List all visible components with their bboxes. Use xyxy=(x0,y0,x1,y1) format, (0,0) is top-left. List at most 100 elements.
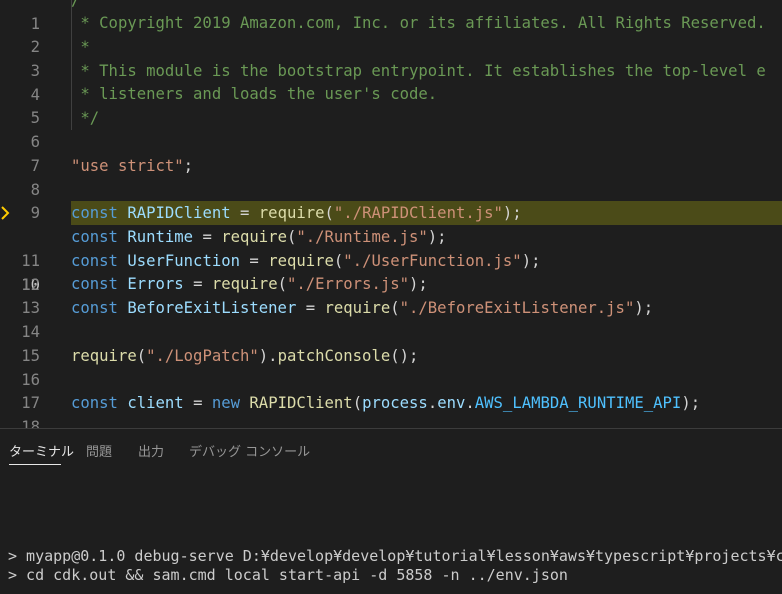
code-line-current[interactable]: 10 const RAPIDClient = require("./RAPIDC… xyxy=(0,201,782,294)
code-token: Runtime xyxy=(127,228,194,246)
code-token: require xyxy=(221,228,287,246)
code-token: const xyxy=(71,394,118,412)
code-token: ( xyxy=(286,228,297,246)
code-line[interactable]: 7 xyxy=(0,130,782,175)
code-line[interactable]: 16 require("./LogPatch").patchConsole(); xyxy=(0,344,782,389)
code-token: = xyxy=(240,252,269,270)
code-token: client xyxy=(127,394,184,412)
code-token: BeforeExitListener xyxy=(127,299,297,317)
code-token: = xyxy=(183,275,212,293)
code-token: RAPIDClient xyxy=(127,204,231,222)
code-token: "./LogPatch" xyxy=(146,347,259,365)
terminal-output-line[interactable]: > cd cdk.out && sam.cmd local start-api … xyxy=(8,565,782,585)
code-line[interactable]: 8 "use strict"; xyxy=(0,154,782,199)
code-text: */ xyxy=(71,106,99,130)
code-token: ); xyxy=(634,299,654,317)
code-token: "./BeforeExitListener.js" xyxy=(399,299,635,317)
code-token: require xyxy=(71,347,137,365)
code-line[interactable]: 11 const Runtime = require("./Runtime.js… xyxy=(0,225,782,270)
code-line[interactable]: 13 const Errors = require("./Errors.js")… xyxy=(0,272,782,317)
code-token: (); xyxy=(390,347,419,365)
code-token: . xyxy=(465,394,475,412)
code-token: ). xyxy=(258,347,278,365)
code-line[interactable]: 3 * xyxy=(0,35,782,80)
code-token: require xyxy=(324,299,391,317)
code-text: const RAPIDClient = require("./RAPIDClie… xyxy=(71,201,522,225)
code-text: "use strict"; xyxy=(71,154,193,178)
code-token: const xyxy=(71,275,118,293)
code-line[interactable]: 5 * listeners and loads the user's code. xyxy=(0,82,782,127)
code-token: ( xyxy=(277,275,287,293)
code-line[interactable]: 4 * This module is the bootstrap entrypo… xyxy=(0,59,782,104)
code-token: require xyxy=(268,252,334,270)
code-token: Errors xyxy=(127,275,184,293)
code-token: = xyxy=(183,394,212,412)
code-text: * xyxy=(71,35,90,59)
code-text: * This module is the bootstrap entrypoin… xyxy=(71,59,766,83)
code-token: ); xyxy=(427,228,447,246)
bottom-panel: ターミナル 問題 出力 デバッグ コンソール > myapp@0.1.0 deb… xyxy=(0,428,782,594)
code-token: require xyxy=(258,204,325,222)
code-token: AWS_LAMBDA_RUNTIME_API xyxy=(474,394,682,412)
code-text: const Runtime = require("./Runtime.js"); xyxy=(71,225,447,249)
tab-terminal[interactable]: ターミナル xyxy=(9,441,74,460)
code-line[interactable]: 15 xyxy=(0,320,782,365)
panel-tabs: ターミナル 問題 出力 デバッグ コンソール xyxy=(0,429,782,469)
code-text: const UserFunction = require("./UserFunc… xyxy=(71,249,540,273)
debug-current-line-arrow-icon[interactable] xyxy=(0,206,10,220)
code-token: / xyxy=(71,0,81,9)
code-token: ); xyxy=(521,252,541,270)
code-token: "./Runtime.js" xyxy=(296,228,428,246)
code-token: ( xyxy=(352,394,363,412)
code-token: ( xyxy=(333,252,344,270)
terminal-output-line[interactable]: > myapp@0.1.0 debug-serve D:¥develop¥dev… xyxy=(8,546,782,566)
code-token: require xyxy=(211,275,278,293)
code-token: ( xyxy=(390,299,400,317)
code-token: env xyxy=(437,394,466,412)
code-token: process xyxy=(362,394,428,412)
code-token: */ xyxy=(71,109,100,127)
code-token: ( xyxy=(136,347,147,365)
code-text: * Copyright 2019 Amazon.com, Inc. or its… xyxy=(71,11,766,35)
code-token: new xyxy=(211,394,241,412)
code-editor[interactable]: 1 / 2 * Copyright 2019 Amazon.com, Inc. … xyxy=(0,0,782,428)
code-token: "./Errors.js" xyxy=(286,275,410,293)
code-token: ; xyxy=(183,157,194,175)
code-text: const Errors = require("./Errors.js"); xyxy=(71,272,428,296)
code-token: "use strict" xyxy=(71,157,184,175)
code-line[interactable]: 14 const BeforeExitListener = require(".… xyxy=(0,296,782,341)
code-token: = xyxy=(230,204,259,222)
code-line[interactable]: 18 const client = new RAPIDClient(proces… xyxy=(0,391,782,428)
code-line[interactable]: 17 xyxy=(0,367,782,412)
code-token: = xyxy=(296,299,325,317)
code-text: const client = new RAPIDClient(process.e… xyxy=(71,391,700,415)
code-token: const xyxy=(71,204,118,222)
code-token: const xyxy=(71,299,118,317)
active-tab-indicator xyxy=(9,464,61,465)
code-token: const xyxy=(71,252,118,270)
tab-output[interactable]: 出力 xyxy=(138,441,164,460)
code-token: * This module is the bootstrap entrypoin… xyxy=(71,62,766,80)
code-token: ); xyxy=(681,394,701,412)
code-line[interactable]: 2 * Copyright 2019 Amazon.com, Inc. or i… xyxy=(0,11,782,56)
code-token: patchConsole xyxy=(277,347,391,365)
code-token: * listeners and loads the user's code. xyxy=(71,85,438,103)
tab-problems[interactable]: 問題 xyxy=(86,441,112,460)
code-token: * xyxy=(71,38,90,56)
code-line[interactable]: 12 const UserFunction = require("./UserF… xyxy=(0,249,782,294)
code-line[interactable]: 9 xyxy=(0,177,782,222)
code-line[interactable]: 19 xyxy=(0,415,782,428)
code-text: const BeforeExitListener = require("./Be… xyxy=(71,296,653,320)
code-line[interactable]: 6 */ xyxy=(0,106,782,151)
code-token: UserFunction xyxy=(127,252,241,270)
tab-debug-console[interactable]: デバッグ コンソール xyxy=(189,441,310,460)
code-token: const xyxy=(71,228,118,246)
code-text: require("./LogPatch").patchConsole(); xyxy=(71,344,418,368)
code-token: * Copyright 2019 Amazon.com, Inc. or its… xyxy=(71,14,766,32)
